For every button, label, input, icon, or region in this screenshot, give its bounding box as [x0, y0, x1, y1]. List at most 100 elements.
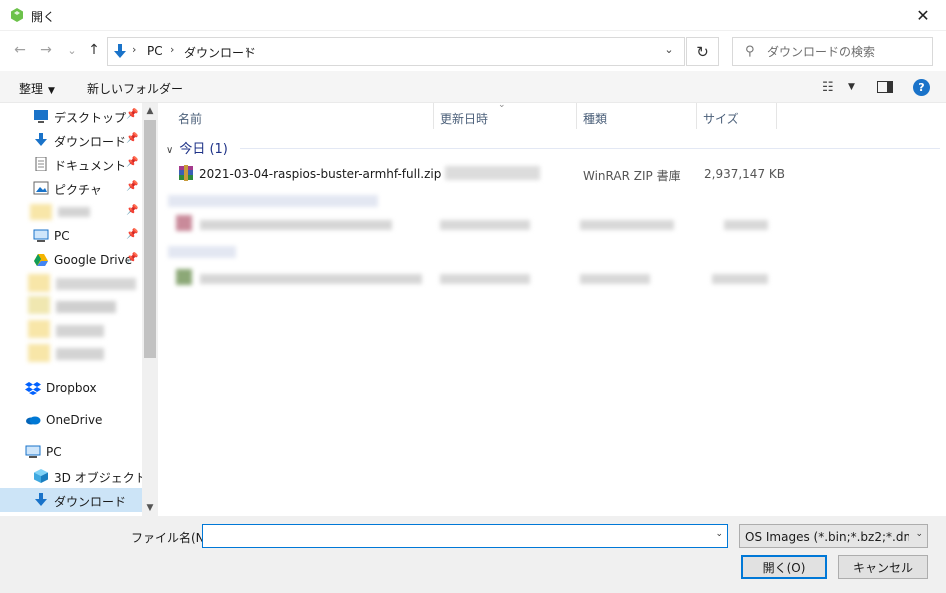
redacted-size: [724, 220, 768, 230]
new-folder-button[interactable]: 新しいフォルダー: [87, 80, 183, 97]
address-bar[interactable]: › PC › ダウンロード ›: [107, 37, 685, 66]
sidebar-item-onedrive[interactable]: OneDrive: [0, 408, 142, 432]
onedrive-icon: [26, 416, 41, 425]
dropbox-icon: [25, 382, 41, 395]
pc-icon: [25, 445, 41, 458]
sidebar-item-label: PC: [54, 229, 70, 243]
refresh-button[interactable]: ↻: [686, 37, 719, 66]
chevron-down-icon: ▼: [48, 86, 55, 96]
3d-objects-icon: [34, 469, 48, 483]
redacted-date: [445, 166, 540, 180]
column-divider[interactable]: [696, 103, 697, 129]
file-name: 2021-03-04-raspios-buster-armhf-full.zip: [199, 167, 442, 181]
organize-label: 整理: [19, 82, 44, 96]
close-button[interactable]: ✕: [900, 0, 946, 31]
up-button[interactable]: ↑: [83, 39, 105, 61]
filename-input[interactable]: [207, 528, 702, 544]
group-header-today[interactable]: ∨ 今日 (1): [166, 138, 228, 157]
breadcrumb-separator: ›: [170, 43, 175, 56]
search-icon: ⚲: [745, 44, 755, 59]
search-input[interactable]: [767, 43, 927, 61]
sidebar-item-pc-root[interactable]: PC: [0, 440, 142, 464]
sidebar-item-documents[interactable]: ドキュメント 📌: [0, 152, 142, 176]
footer-bar: ファイル名(N): ⌄ OS Images (*.bin;*.bz2;*.dmg…: [0, 516, 946, 593]
sidebar-item-label: デスクトップ: [54, 111, 127, 125]
sidebar-scrollbar[interactable]: ▲ ▼: [142, 103, 158, 516]
sidebar-item-google-drive[interactable]: Google Drive 📌: [0, 248, 142, 272]
redacted-group-header: [168, 195, 378, 207]
sidebar-item-downloads[interactable]: ダウンロード 📌: [0, 128, 142, 152]
file-type: WinRAR ZIP 書庫: [583, 169, 681, 183]
open-button[interactable]: 開く(O): [741, 555, 827, 579]
sort-descending-icon: ⌄: [498, 100, 506, 110]
sidebar-item-pictures[interactable]: ピクチャ 📌: [0, 176, 142, 200]
sidebar-item-label: ダウンロード: [54, 495, 127, 509]
filename-combobox[interactable]: ⌄: [202, 524, 728, 548]
picture-icon: [33, 181, 49, 195]
folder-icon: [28, 274, 50, 292]
file-icon: [176, 215, 192, 231]
sidebar-item-dropbox[interactable]: Dropbox: [0, 376, 142, 400]
scroll-thumb[interactable]: [144, 120, 156, 358]
command-bar: 整理 ▼ 新しいフォルダー ☷ ▼ ?: [0, 71, 946, 103]
app-icon: [11, 8, 23, 22]
document-icon: [35, 157, 47, 171]
title-bar: 開く ✕: [0, 0, 946, 31]
cancel-button[interactable]: キャンセル: [838, 555, 928, 579]
sidebar-item-label: ダウンロード: [54, 135, 127, 149]
folder-icon: [28, 344, 50, 362]
recent-locations-button[interactable]: ⌄: [61, 39, 83, 61]
pin-icon: 📌: [126, 229, 139, 240]
address-dropdown-icon[interactable]: ⌄: [659, 39, 679, 59]
download-icon: [35, 133, 47, 146]
pc-icon: [33, 229, 49, 242]
redacted-file-name: [200, 274, 422, 284]
breadcrumb-pc[interactable]: PC: [147, 44, 163, 58]
sidebar-item-redacted[interactable]: 📌: [0, 200, 142, 224]
scroll-up-arrow-icon[interactable]: ▲: [142, 103, 158, 119]
column-header-type[interactable]: 種類: [583, 103, 607, 129]
table-row[interactable]: 2021-03-04-raspios-buster-armhf-full.zip…: [170, 162, 940, 186]
pin-icon: 📌: [126, 133, 139, 144]
redacted-file-name: [200, 220, 392, 230]
sidebar-item-downloads-selected[interactable]: ダウンロード: [0, 488, 142, 512]
column-divider[interactable]: [776, 103, 777, 129]
breadcrumb-separator: ›: [245, 43, 250, 56]
scroll-down-arrow-icon[interactable]: ▼: [142, 500, 158, 516]
folder-icon: [30, 204, 52, 220]
chevron-down-icon: ∨: [166, 145, 174, 156]
column-header-size[interactable]: サイズ: [703, 103, 739, 129]
sidebar-item-label: Google Drive: [54, 253, 133, 267]
redacted-size: [712, 274, 768, 284]
help-icon[interactable]: ?: [913, 79, 930, 96]
pin-icon: 📌: [126, 109, 139, 120]
forward-button[interactable]: →: [35, 39, 57, 61]
search-box[interactable]: ⚲: [732, 37, 933, 66]
folder-icon: [28, 296, 50, 314]
sidebar-item-desktop[interactable]: デスクトップ 📌: [0, 104, 142, 128]
sidebar-item-label: OneDrive: [46, 413, 103, 427]
preview-pane-icon[interactable]: [877, 81, 893, 93]
file-type-filter[interactable]: OS Images (*.bin;*.bz2;*.dmg;*.g ⌄: [739, 524, 928, 548]
file-size: 2,937,147 KB: [704, 167, 785, 181]
google-drive-icon: [34, 254, 48, 266]
redacted-label: [56, 278, 136, 290]
column-header-name[interactable]: 名前: [178, 103, 202, 129]
chevron-down-icon[interactable]: ▼: [848, 82, 855, 92]
sidebar-item-pc[interactable]: PC 📌: [0, 224, 142, 248]
sidebar-item-redacted[interactable]: [0, 272, 142, 364]
file-type-filter-value: OS Images (*.bin;*.bz2;*.dmg;*.g: [745, 530, 909, 544]
sidebar-item-3d-objects[interactable]: 3D オブジェクト: [0, 464, 147, 488]
organize-button[interactable]: 整理 ▼: [19, 80, 55, 97]
sidebar-item-label: PC: [46, 445, 62, 459]
chevron-down-icon[interactable]: ⌄: [715, 529, 723, 539]
column-divider[interactable]: [433, 103, 434, 129]
redacted-date: [440, 274, 530, 284]
column-divider[interactable]: [576, 103, 577, 129]
download-icon: [35, 493, 47, 506]
back-button[interactable]: ←: [9, 39, 31, 61]
view-options-icon[interactable]: ☷: [822, 80, 834, 95]
file-list: 名前 更新日時 ⌄ 種類 サイズ ∨ 今日 (1) 2021-03-04-rasp…: [158, 100, 946, 516]
column-header-date[interactable]: 更新日時: [440, 103, 488, 129]
pin-icon: 📌: [126, 205, 139, 216]
